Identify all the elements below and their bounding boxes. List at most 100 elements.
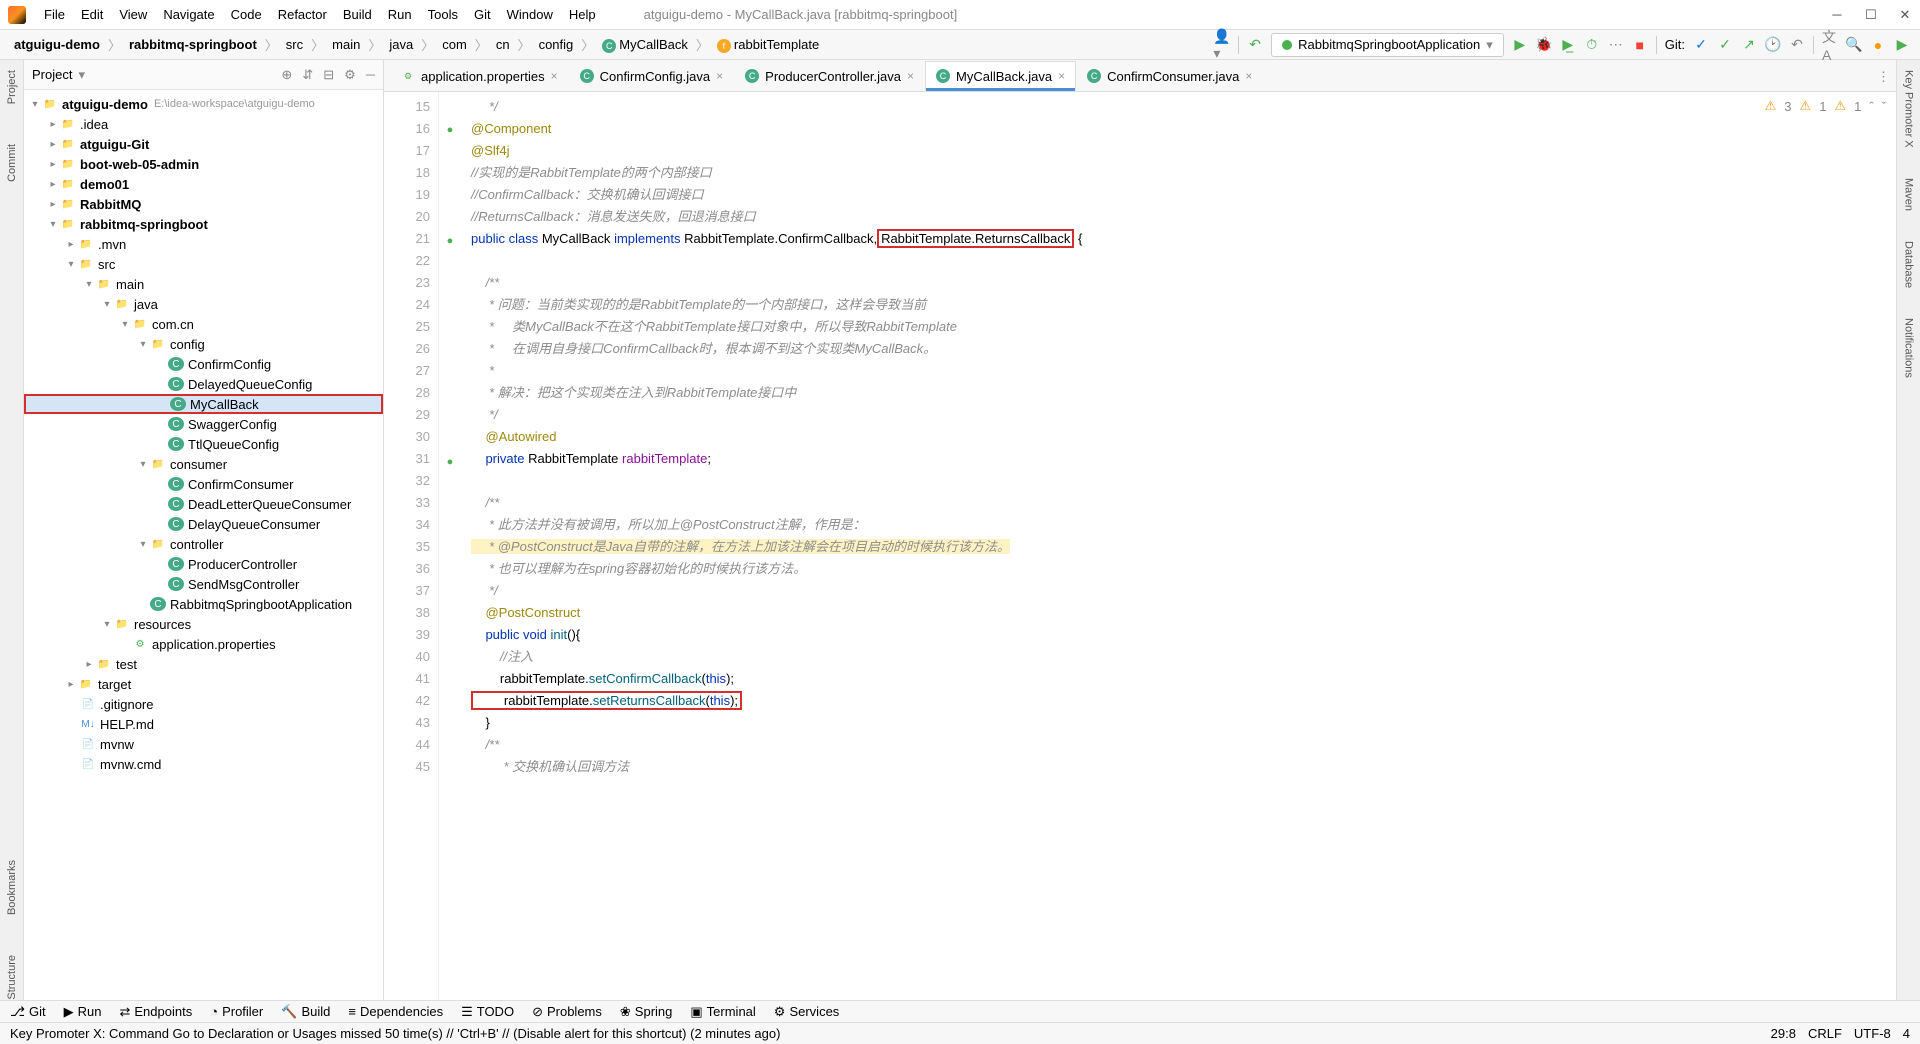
status-lineend[interactable]: CRLF [1808,1026,1842,1041]
tree-test[interactable]: ▸📁test [24,654,383,674]
tree-controller[interactable]: ▾📁controller [24,534,383,554]
bc-main[interactable]: main [328,35,364,54]
bc-module[interactable]: rabbitmq-springboot [125,35,261,54]
tree-producer[interactable]: CProducerController [24,554,383,574]
bc-config[interactable]: config [535,35,578,54]
tree-rabbitmqsb[interactable]: ▾📁rabbitmq-springboot [24,214,383,234]
tool-spring[interactable]: ❀ Spring [620,1004,672,1020]
bc-class[interactable]: CMyCallBack [598,35,692,55]
code-content[interactable]: */ @Component @Slf4j //实现的是RabbitTemplat… [461,92,1896,1000]
tree-mvnwcmd[interactable]: 📄mvnw.cmd [24,754,383,774]
close-tab-icon[interactable]: × [716,69,723,83]
tree-ttl[interactable]: CTtlQueueConfig [24,434,383,454]
debug-icon[interactable]: 🐞 [1536,37,1552,53]
tool-profiler[interactable]: ◔ Profiler [210,1004,263,1019]
stop-icon[interactable]: ■ [1632,37,1648,53]
search-icon[interactable]: 🔍 [1846,37,1862,53]
tree-java[interactable]: ▾📁java [24,294,383,314]
tree-mvn[interactable]: ▸📁.mvn [24,234,383,254]
ide-update-icon[interactable]: ● [1870,37,1886,53]
tree-boot[interactable]: ▸📁boot-web-05-admin [24,154,383,174]
tab-appprops[interactable]: ⚙application.properties× [390,61,569,91]
menu-code[interactable]: Code [223,3,270,26]
tree-confirmconfig[interactable]: CConfirmConfig [24,354,383,374]
users-icon[interactable]: 👤▾ [1214,37,1230,53]
tool-build[interactable]: 🔨 Build [281,1004,330,1020]
status-indent[interactable]: 4 [1903,1026,1910,1041]
tree-comcn[interactable]: ▾📁com.cn [24,314,383,334]
tree-target[interactable]: ▸📁target [24,674,383,694]
tree-appprops[interactable]: ⚙application.properties [24,634,383,654]
run-icon[interactable]: ▶ [1512,37,1528,53]
back-icon[interactable]: ↶ [1247,37,1263,53]
profile-icon[interactable]: ⏱ [1584,37,1600,53]
expand-all-icon[interactable]: ⇵ [302,67,313,83]
tool-commit[interactable]: Commit [6,144,18,182]
tree-mycallback[interactable]: CMyCallBack [24,394,383,414]
tab-producer[interactable]: CProducerController.java× [734,61,925,91]
project-tree[interactable]: ▾📁atguigu-demoE:\idea-workspace\atguigu-… [24,90,383,1000]
tree-config[interactable]: ▾📁config [24,334,383,354]
menu-navigate[interactable]: Navigate [155,3,222,26]
close-tab-icon[interactable]: × [551,69,558,83]
tree-git[interactable]: ▸📁atguigu-Git [24,134,383,154]
menu-window[interactable]: Window [499,3,561,26]
git-commit-icon[interactable]: ✓ [1717,37,1733,53]
tool-problems[interactable]: ⊘ Problems [532,1004,602,1020]
tree-delayconsumer[interactable]: CDelayQueueConsumer [24,514,383,534]
more-run-icon[interactable]: ⋯ [1608,37,1624,53]
tree-gitignore[interactable]: 📄.gitignore [24,694,383,714]
settings-icon[interactable]: ⚙ [344,67,356,83]
bc-java[interactable]: java [385,35,417,54]
tree-root[interactable]: ▾📁atguigu-demoE:\idea-workspace\atguigu-… [24,94,383,114]
tool-structure[interactable]: Structure [6,955,18,1000]
tree-sendmsg[interactable]: CSendMsgController [24,574,383,594]
tool-todo[interactable]: ☰ TODO [461,1004,514,1020]
code-area[interactable]: ⚠3 ⚠1 ⚠1 ˆ ˇ 151617181920212223242526272… [384,92,1896,1000]
menu-tools[interactable]: Tools [420,3,466,26]
menu-git[interactable]: Git [466,3,499,26]
menu-file[interactable]: File [36,3,73,26]
tab-confirmconfig[interactable]: CConfirmConfig.java× [569,61,735,91]
close-tab-icon[interactable]: × [1058,69,1065,83]
translate-icon[interactable]: 文A [1822,37,1838,53]
status-encoding[interactable]: UTF-8 [1854,1026,1891,1041]
menu-run[interactable]: Run [380,3,420,26]
tab-actions-icon[interactable]: ⋮ [1871,63,1896,91]
tab-confirmconsumer[interactable]: CConfirmConsumer.java× [1076,61,1263,91]
tool-database[interactable]: Database [1903,241,1915,288]
tree-main[interactable]: ▾📁main [24,274,383,294]
menu-help[interactable]: Help [561,3,604,26]
maximize-icon[interactable]: ☐ [1864,8,1878,22]
bc-com[interactable]: com [438,35,471,54]
minimize-icon[interactable]: ─ [1830,8,1844,22]
tool-terminal[interactable]: ▣ Terminal [690,1004,755,1020]
git-rollback-icon[interactable]: ↶ [1789,37,1805,53]
tool-dependencies[interactable]: ≡ Dependencies [348,1004,443,1019]
tool-git[interactable]: ⎇ Git [10,1004,46,1020]
tool-bookmarks[interactable]: Bookmarks [6,860,18,915]
tree-deadletter[interactable]: CDeadLetterQueueConsumer [24,494,383,514]
tree-rabbitmq[interactable]: ▸📁RabbitMQ [24,194,383,214]
tree-consumer[interactable]: ▾📁consumer [24,454,383,474]
git-push-icon[interactable]: ↗ [1741,37,1757,53]
git-history-icon[interactable]: 🕑 [1765,37,1781,53]
tool-keypromoter[interactable]: Key Promoter X [1903,70,1915,148]
bc-cn[interactable]: cn [492,35,514,54]
status-position[interactable]: 29:8 [1771,1026,1796,1041]
collapse-all-icon[interactable]: ⊟ [323,67,334,83]
coverage-icon[interactable]: ▶̲ [1560,37,1576,53]
hide-icon[interactable]: ─ [366,67,375,83]
tree-delayed[interactable]: CDelayedQueueConfig [24,374,383,394]
tree-resources[interactable]: ▾📁resources [24,614,383,634]
bc-src[interactable]: src [282,35,307,54]
tab-mycallback[interactable]: CMyCallBack.java× [925,61,1076,91]
tool-notifications[interactable]: Notifications [1903,318,1915,378]
bc-field[interactable]: frabbitTemplate [713,35,823,55]
tool-run[interactable]: ▶ Run [64,1004,102,1020]
bc-root[interactable]: atguigu-demo [10,35,104,54]
select-opened-icon[interactable]: ⊕ [281,67,292,83]
menu-build[interactable]: Build [335,3,380,26]
git-update-icon[interactable]: ✓ [1693,37,1709,53]
tree-src[interactable]: ▾📁src [24,254,383,274]
